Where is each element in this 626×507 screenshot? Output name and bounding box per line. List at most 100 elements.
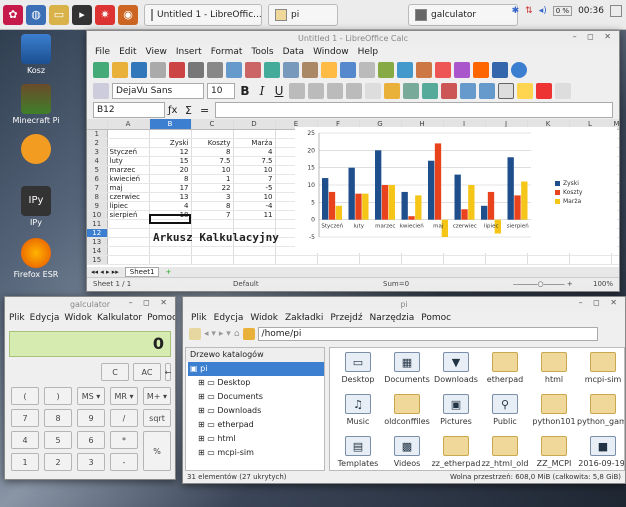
desktop-icon-scratch[interactable] bbox=[4, 134, 68, 166]
menu-pomoc[interactable]: Pomoc bbox=[147, 313, 175, 323]
bar-zyski-3[interactable] bbox=[401, 191, 408, 220]
cell[interactable] bbox=[611, 255, 619, 265]
row-header[interactable]: 9 bbox=[87, 201, 108, 211]
bar-marża-1[interactable] bbox=[362, 193, 369, 220]
cell[interactable]: 22 bbox=[191, 183, 234, 193]
menu-tools[interactable]: Tools bbox=[251, 47, 273, 57]
name-box[interactable]: B12 bbox=[93, 102, 165, 118]
equals-icon[interactable]: = bbox=[200, 104, 212, 117]
bar-zyski-5[interactable] bbox=[454, 174, 461, 220]
file-item[interactable]: etherpad bbox=[479, 352, 531, 384]
calc-button[interactable]: sqrt bbox=[143, 409, 171, 427]
merge-icon[interactable] bbox=[365, 82, 381, 99]
window-controls[interactable]: – ◻ ✕ bbox=[573, 32, 615, 41]
cell[interactable] bbox=[233, 246, 276, 256]
file-item[interactable]: python_games bbox=[577, 394, 624, 426]
bar-koszty-6[interactable] bbox=[487, 191, 495, 220]
menu-insert[interactable]: Insert bbox=[176, 47, 202, 57]
sort-asc-icon[interactable] bbox=[397, 61, 413, 78]
menu-plik[interactable]: Plik bbox=[191, 313, 207, 323]
bar-koszty-5[interactable] bbox=[461, 209, 468, 220]
cell[interactable] bbox=[569, 255, 612, 265]
task-galculator[interactable]: galculator bbox=[408, 3, 518, 26]
indent-icon[interactable] bbox=[460, 82, 476, 99]
percent-icon[interactable] bbox=[403, 82, 419, 99]
image-icon[interactable] bbox=[473, 61, 489, 78]
cell[interactable]: 1 bbox=[191, 174, 234, 184]
font-size-field[interactable]: 10 bbox=[207, 82, 235, 99]
bar-koszty-4[interactable] bbox=[434, 143, 442, 220]
calc-button[interactable]: AC bbox=[133, 363, 161, 381]
menu-edit[interactable]: Edit bbox=[119, 47, 136, 57]
bar-zyski-7[interactable] bbox=[507, 157, 514, 220]
menu-plik[interactable]: Plik bbox=[9, 313, 25, 323]
cell[interactable]: 7.5 bbox=[233, 156, 276, 166]
calc-button[interactable]: MR ▾ bbox=[110, 387, 138, 405]
chart-icon[interactable] bbox=[435, 61, 451, 78]
up-icon[interactable]: ⌂ bbox=[234, 329, 240, 339]
cell[interactable]: 7 bbox=[191, 210, 234, 220]
cell[interactable] bbox=[233, 255, 276, 265]
font-name-field[interactable]: DejaVu Sans bbox=[112, 82, 204, 99]
tree-item-desktop[interactable]: ⊞ ▭ Desktop bbox=[188, 376, 324, 390]
outdent-icon[interactable] bbox=[479, 82, 495, 99]
forward-icon[interactable]: ▸ ▾ bbox=[219, 329, 231, 339]
tree-item-documents[interactable]: ⊞ ▭ Documents bbox=[188, 390, 324, 404]
menu-widok[interactable]: Widok bbox=[250, 313, 278, 323]
align-left-icon[interactable] bbox=[289, 82, 305, 99]
clone-icon[interactable] bbox=[321, 61, 337, 78]
window-controls[interactable]: – ◻ ✕ bbox=[129, 298, 171, 307]
file-item[interactable]: zz_html_old bbox=[479, 436, 531, 468]
menu-widok[interactable]: Widok bbox=[64, 313, 92, 323]
print-icon[interactable] bbox=[188, 61, 204, 78]
cell[interactable]: 8 bbox=[191, 147, 234, 157]
calc-button[interactable]: 2 bbox=[44, 453, 72, 471]
mathematica-icon[interactable]: ◉ bbox=[118, 4, 138, 25]
calc-button[interactable]: 9 bbox=[77, 409, 105, 427]
calc-button[interactable]: 7 bbox=[11, 409, 39, 427]
save-icon[interactable] bbox=[131, 61, 147, 78]
task-pi[interactable]: pi bbox=[268, 3, 338, 26]
file-item[interactable]: ♫ Music bbox=[332, 394, 384, 426]
cell[interactable] bbox=[191, 219, 234, 229]
browser-icon[interactable]: ◍ bbox=[26, 4, 46, 25]
cell[interactable] bbox=[107, 246, 150, 256]
cell[interactable] bbox=[191, 129, 234, 139]
cell[interactable]: maj bbox=[107, 183, 150, 193]
bar-koszty-1[interactable] bbox=[355, 193, 362, 220]
bar-zyski-1[interactable] bbox=[348, 167, 355, 220]
calc-button[interactable]: 8 bbox=[44, 409, 72, 427]
file-item[interactable]: ▼ Downloads bbox=[430, 352, 482, 384]
file-item[interactable]: ▩ Videos bbox=[381, 436, 433, 468]
calc-button[interactable]: ) bbox=[44, 387, 72, 405]
menu-edycja[interactable]: Edycja bbox=[214, 313, 244, 323]
file-item[interactable]: ▦ Documents bbox=[381, 352, 433, 384]
cell[interactable] bbox=[107, 129, 150, 139]
row-header[interactable]: 8 bbox=[87, 192, 108, 202]
copy-icon[interactable] bbox=[283, 61, 299, 78]
row-header[interactable]: 5 bbox=[87, 165, 108, 175]
calc-button[interactable]: / bbox=[110, 409, 138, 427]
italic-button[interactable]: I bbox=[255, 84, 269, 98]
menu-window[interactable]: Window bbox=[313, 47, 349, 57]
cell[interactable] bbox=[107, 237, 150, 247]
calc-button[interactable]: 4 bbox=[11, 431, 39, 449]
bar-koszty-7[interactable] bbox=[514, 195, 521, 220]
cell[interactable]: -4 bbox=[233, 201, 276, 211]
align-center-icon[interactable] bbox=[308, 82, 324, 99]
redo-icon[interactable] bbox=[359, 61, 375, 78]
sort-desc-icon[interactable] bbox=[416, 61, 432, 78]
volume-icon[interactable]: ◂) bbox=[539, 6, 547, 16]
cell[interactable] bbox=[149, 129, 192, 139]
open-icon[interactable] bbox=[112, 61, 128, 78]
cell[interactable] bbox=[149, 255, 192, 265]
calc-button[interactable]: - bbox=[110, 453, 138, 471]
row-header[interactable]: 7 bbox=[87, 183, 108, 193]
calc-button[interactable]: ← bbox=[165, 363, 171, 381]
home-icon[interactable] bbox=[242, 328, 255, 340]
calc-button[interactable]: % bbox=[143, 431, 171, 471]
row-header[interactable]: 15 bbox=[87, 255, 108, 265]
column-header[interactable]: B bbox=[149, 119, 192, 130]
cell[interactable] bbox=[233, 129, 276, 139]
file-item[interactable]: ▣ Pictures bbox=[430, 394, 482, 426]
